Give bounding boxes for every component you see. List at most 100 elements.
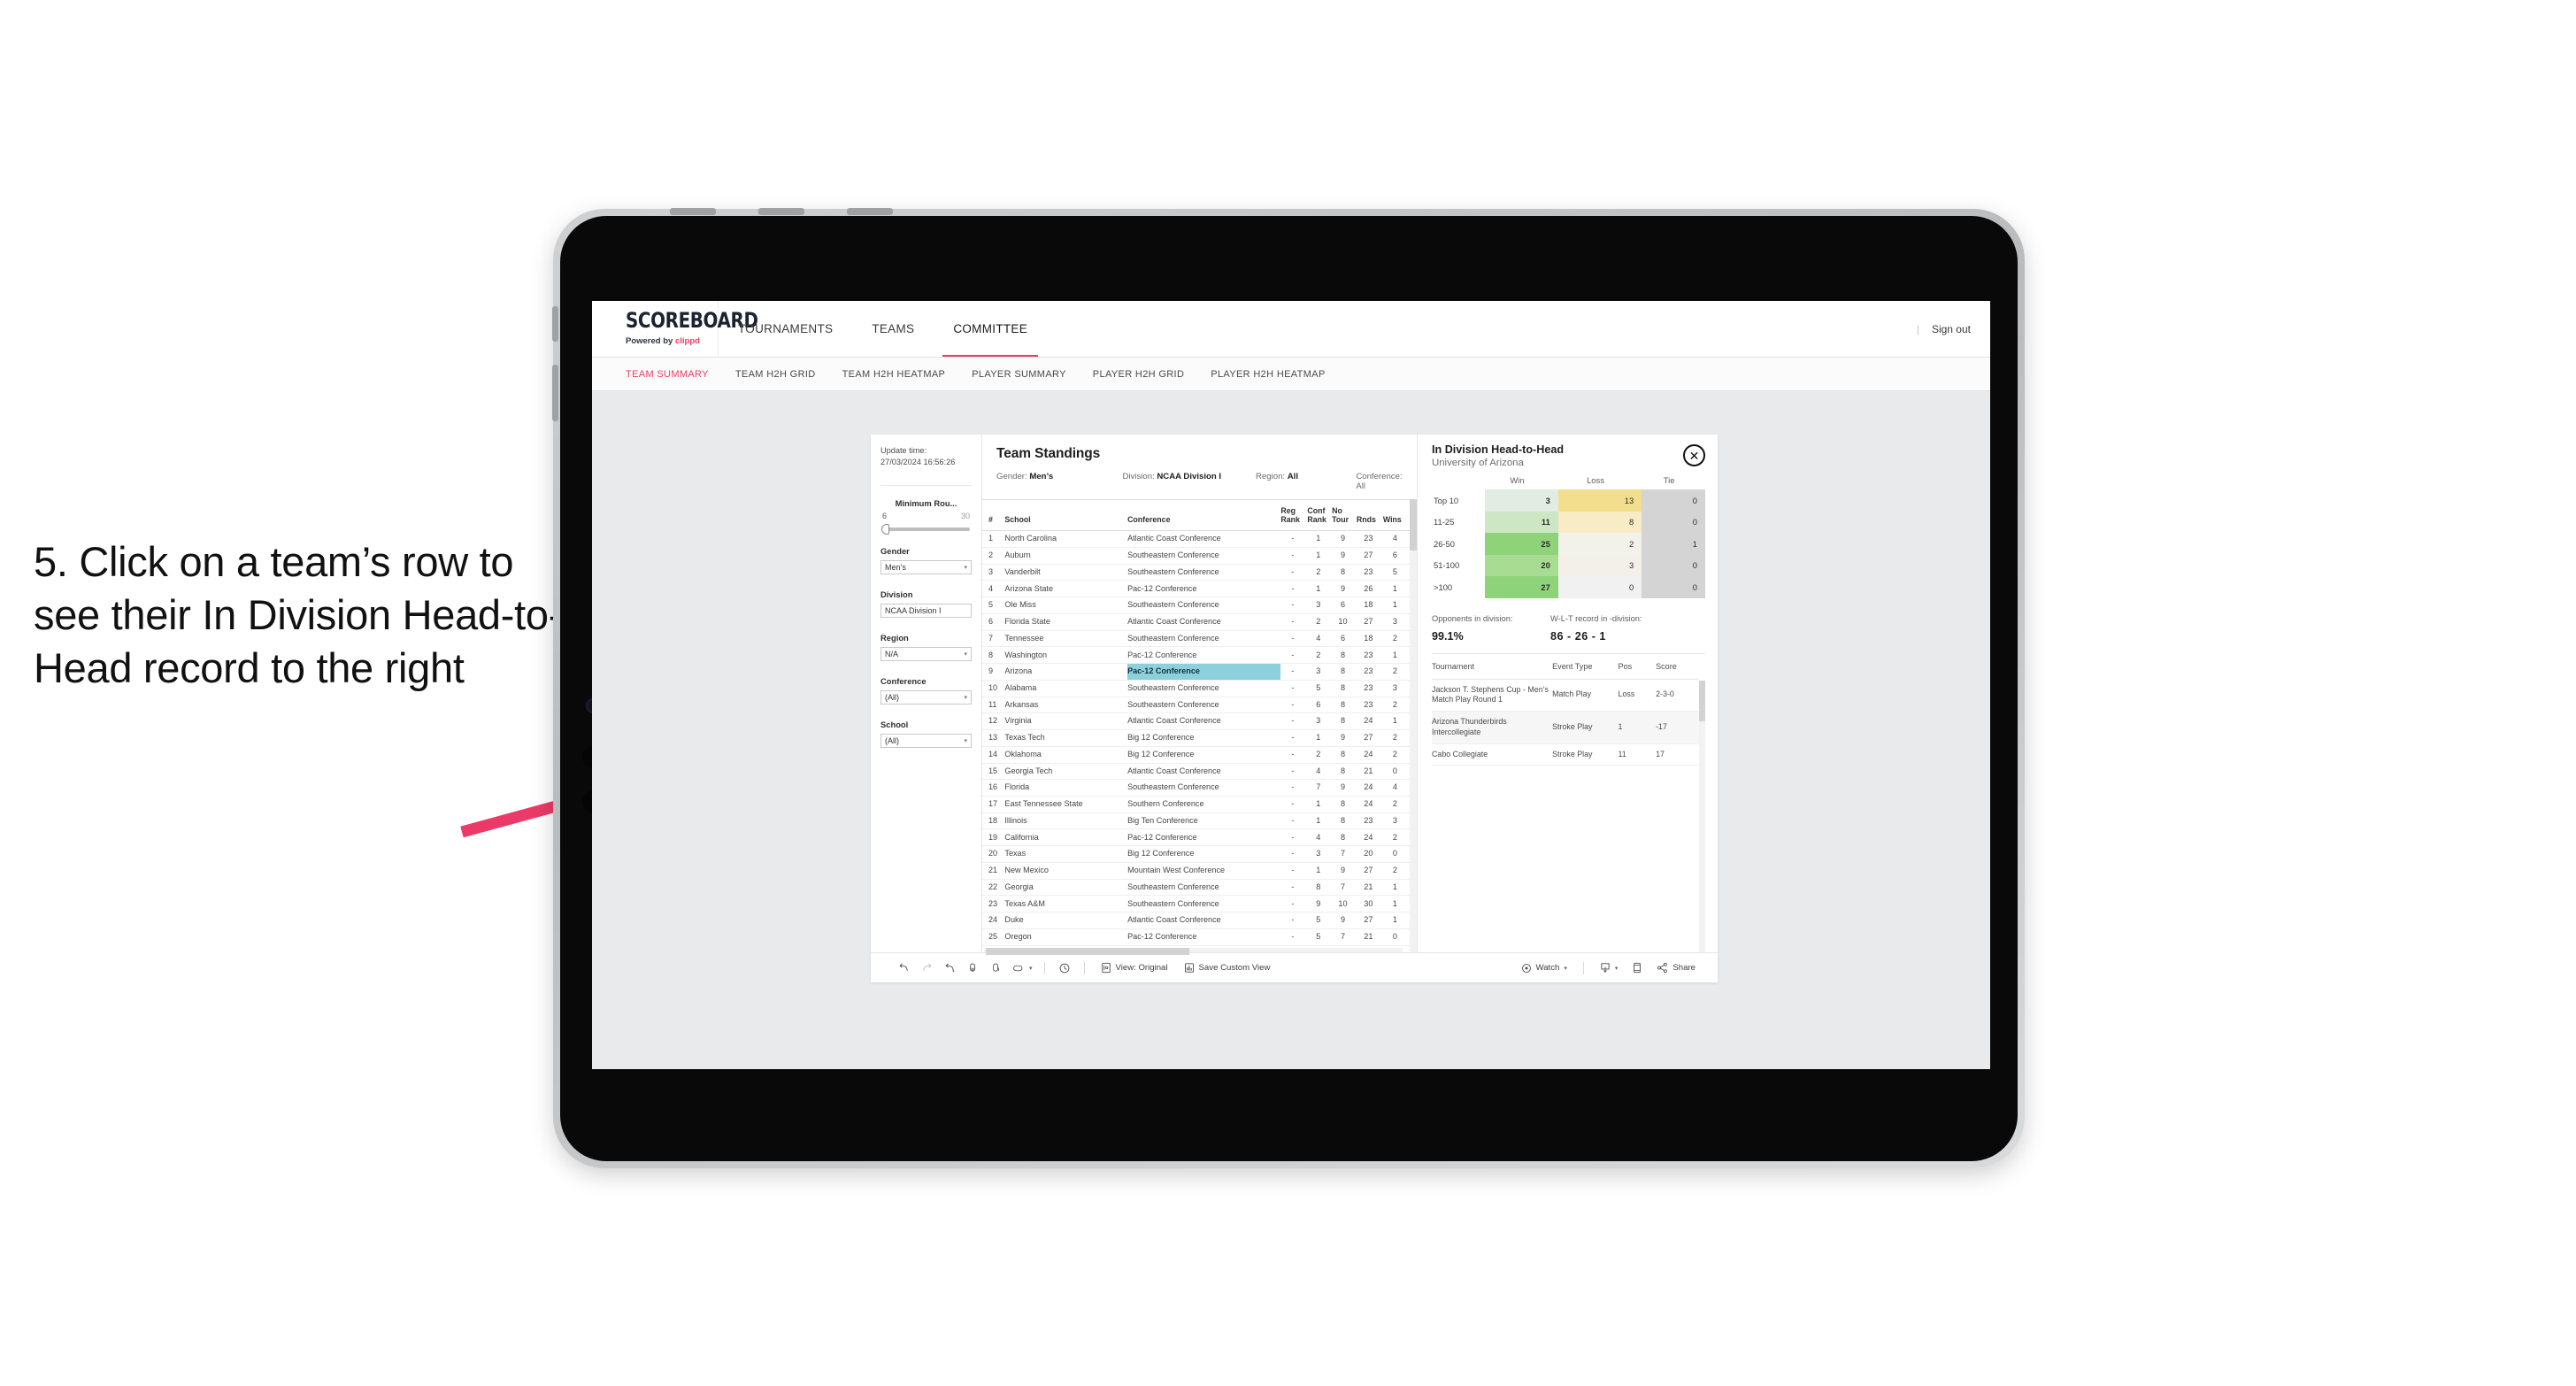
nav-item-tournaments[interactable]: TOURNAMENTS bbox=[719, 301, 852, 357]
tab-team-h2h-grid[interactable]: TEAM H2H GRID bbox=[735, 369, 816, 380]
h2h-cell-loss[interactable]: 2 bbox=[1557, 533, 1642, 555]
filter-school-select[interactable]: (All) ▾ bbox=[880, 733, 972, 748]
tab-player-h2h-heatmap[interactable]: PLAYER H2H HEATMAP bbox=[1211, 369, 1325, 380]
table-row[interactable]: 17 East Tennessee State Southern Conferenc… bbox=[982, 796, 1410, 813]
h2h-cell-tie[interactable]: 0 bbox=[1642, 511, 1705, 533]
revert-icon[interactable] bbox=[938, 962, 961, 974]
cell-school: Auburn bbox=[1004, 547, 1128, 565]
tournament-row[interactable]: Cabo Collegiate Stroke Play 11 17 bbox=[1432, 743, 1699, 766]
h2h-cell-tie[interactable]: 0 bbox=[1642, 576, 1705, 598]
cell-wins: 1 bbox=[1382, 879, 1410, 897]
cell-no-tour: 8 bbox=[1332, 564, 1357, 581]
col-event-type[interactable]: Event Type bbox=[1552, 653, 1619, 680]
table-row[interactable]: 4 Arizona State Pac-12 Conference -1 9 26 1 bbox=[982, 580, 1410, 598]
share-button[interactable]: Share bbox=[1649, 962, 1703, 974]
tab-player-summary[interactable]: PLAYER SUMMARY bbox=[972, 369, 1066, 380]
meta-gender-label: Gender: bbox=[996, 472, 1030, 481]
col-wins[interactable]: Wins bbox=[1382, 498, 1410, 532]
h2h-cell-win[interactable]: 20 bbox=[1485, 554, 1558, 576]
col-rank[interactable]: # bbox=[982, 498, 1005, 532]
watch-button[interactable]: Watch ▾ bbox=[1513, 963, 1575, 974]
vertical-scrollbar-thumb[interactable] bbox=[1410, 499, 1417, 551]
refresh-data-icon[interactable] bbox=[961, 962, 984, 974]
h2h-cell-loss[interactable]: 3 bbox=[1557, 554, 1642, 576]
table-row[interactable]: 5 Ole Miss Southeastern Conference -3 6 18 1 bbox=[982, 597, 1410, 614]
redo-icon[interactable] bbox=[915, 962, 938, 974]
col-conf-rank[interactable]: Conf Rank bbox=[1307, 498, 1333, 532]
h2h-cell-win[interactable]: 3 bbox=[1485, 489, 1558, 512]
zoom-mode-button[interactable]: ▾ bbox=[1007, 963, 1036, 974]
table-row[interactable]: 9 Arizona Pac-12 Conference -3 8 23 2 bbox=[982, 663, 1410, 681]
col-conference[interactable]: Conference bbox=[1127, 498, 1281, 532]
tab-player-h2h-grid[interactable]: PLAYER H2H GRID bbox=[1093, 369, 1184, 380]
tournament-row[interactable]: Jackson T. Stephens Cup - Men’s Match Pl… bbox=[1432, 679, 1699, 712]
horizontal-scrollbar[interactable] bbox=[984, 947, 1403, 955]
table-row[interactable]: 25 Oregon Pac-12 Conference -5 7 21 0 bbox=[982, 928, 1410, 946]
table-row[interactable]: 13 Texas Tech Big 12 Conference -1 9 27 2 bbox=[982, 729, 1410, 747]
h2h-cell-tie[interactable]: 1 bbox=[1642, 533, 1705, 555]
slider-handle[interactable] bbox=[881, 523, 889, 535]
table-row[interactable]: 14 Oklahoma Big 12 Conference -2 8 24 2 bbox=[982, 746, 1410, 764]
app-logo[interactable]: SCOREBOARD Powered by clippd bbox=[592, 301, 758, 357]
table-row[interactable]: 8 Washington Pac-12 Conference -2 8 23 1 bbox=[982, 646, 1410, 665]
table-row[interactable]: 15 Georgia Tech Atlantic Coast Conference -… bbox=[982, 763, 1410, 781]
tournament-scrollbar-thumb[interactable] bbox=[1699, 680, 1705, 721]
table-row[interactable]: 11 Arkansas Southeastern Conference -6 8 23 2 bbox=[982, 697, 1410, 714]
table-row[interactable]: 21 New Mexico Mountain West Conference -1 9 2… bbox=[982, 862, 1410, 880]
close-icon[interactable]: ✕ bbox=[1683, 444, 1705, 466]
h2h-row-label: >100 bbox=[1434, 581, 1453, 592]
col-rnds[interactable]: Rnds bbox=[1356, 498, 1383, 532]
undo-icon[interactable] bbox=[892, 962, 915, 974]
col-tournament[interactable]: Tournament bbox=[1432, 653, 1553, 680]
vertical-scrollbar[interactable] bbox=[1410, 499, 1417, 952]
table-row[interactable]: 6 Florida State Atlantic Coast Conference -… bbox=[982, 613, 1410, 631]
filter-division-select[interactable]: NCAA Division I bbox=[880, 603, 972, 618]
download-button[interactable]: ▾ bbox=[1592, 962, 1626, 974]
h2h-cell-loss[interactable]: 8 bbox=[1557, 511, 1642, 533]
filter-region-select[interactable]: N/A ▾ bbox=[880, 646, 972, 661]
filter-conference-select[interactable]: (All) ▾ bbox=[880, 689, 972, 705]
h2h-cell-loss[interactable]: 0 bbox=[1557, 576, 1642, 598]
col-school[interactable]: School bbox=[1004, 498, 1128, 532]
horizontal-scrollbar-thumb[interactable] bbox=[986, 947, 1189, 955]
tournament-row[interactable]: Arizona Thunderbirds Intercollegiate Stro… bbox=[1432, 711, 1699, 744]
table-row[interactable]: 24 Duke Atlantic Coast Conference -5 9 27 1 bbox=[982, 912, 1410, 929]
table-row[interactable]: 19 California Pac-12 Conference -4 8 24 2 bbox=[982, 828, 1410, 847]
col-reg-rank[interactable]: Reg Rank bbox=[1280, 498, 1308, 532]
sign-out-link[interactable]: Sign out bbox=[1932, 323, 1971, 335]
table-row[interactable]: 3 Vanderbilt Southeastern Conference -2 8 23 5 bbox=[982, 564, 1410, 581]
device-layout-icon[interactable] bbox=[1626, 962, 1649, 974]
h2h-cell-loss[interactable]: 13 bbox=[1557, 489, 1642, 512]
col-score[interactable]: Score bbox=[1656, 653, 1699, 680]
table-row[interactable]: 7 Tennessee Southeastern Conference -4 6 18 2 bbox=[982, 630, 1410, 648]
pause-auto-update-icon[interactable] bbox=[1053, 962, 1076, 974]
tab-team-summary[interactable]: TEAM SUMMARY bbox=[626, 369, 709, 380]
table-row[interactable]: 2 Auburn Southeastern Conference -1 9 27 6 bbox=[982, 547, 1410, 565]
table-row[interactable]: 20 Texas Big 12 Conference -3 7 20 0 bbox=[982, 845, 1410, 863]
h2h-cell-win[interactable]: 25 bbox=[1485, 533, 1558, 555]
h2h-cell-tie[interactable]: 0 bbox=[1642, 489, 1705, 512]
col-no-tour[interactable]: No Tour bbox=[1332, 498, 1357, 532]
table-row[interactable]: 10 Alabama Southeastern Conference -5 8 23 3 bbox=[982, 680, 1410, 697]
col-pos[interactable]: Pos bbox=[1618, 653, 1657, 680]
table-row[interactable]: 23 Texas A&M Southeastern Conference -9 10 30… bbox=[982, 895, 1410, 913]
table-row[interactable]: 18 Illinois Big Ten Conference -1 8 23 3 bbox=[982, 812, 1410, 830]
table-row[interactable]: 12 Virginia Atlantic Coast Conference -3 8 24… bbox=[982, 712, 1410, 731]
save-custom-view-label: Save Custom View bbox=[1198, 963, 1271, 973]
nav-item-teams[interactable]: TEAMS bbox=[852, 301, 934, 357]
table-row[interactable]: 22 Georgia Southeastern Conference -8 7 21 1 bbox=[982, 879, 1410, 897]
view-original-button[interactable]: View: Original bbox=[1093, 962, 1176, 974]
h2h-cell-tie[interactable]: 0 bbox=[1642, 554, 1705, 576]
table-row[interactable]: 16 Florida Southeastern Conference -7 9 24 4 bbox=[982, 779, 1410, 797]
save-custom-view-button[interactable]: Save Custom View bbox=[1176, 962, 1279, 974]
slider-track[interactable] bbox=[881, 523, 970, 535]
tournament-vertical-scrollbar[interactable] bbox=[1699, 680, 1705, 952]
filter-gender-select[interactable]: Men’s ▾ bbox=[880, 559, 972, 574]
pause-updates-icon[interactable] bbox=[984, 962, 1007, 974]
nav-item-committee[interactable]: COMMITTEE bbox=[934, 301, 1047, 357]
table-row[interactable]: 1 North Carolina Atlantic Coast Conference… bbox=[982, 530, 1410, 548]
tab-team-h2h-heatmap[interactable]: TEAM H2H HEATMAP bbox=[842, 369, 946, 380]
h2h-cell-win[interactable]: 27 bbox=[1485, 576, 1558, 598]
h2h-row-label: 26-50 bbox=[1434, 538, 1455, 549]
h2h-cell-win[interactable]: 11 bbox=[1485, 511, 1558, 533]
